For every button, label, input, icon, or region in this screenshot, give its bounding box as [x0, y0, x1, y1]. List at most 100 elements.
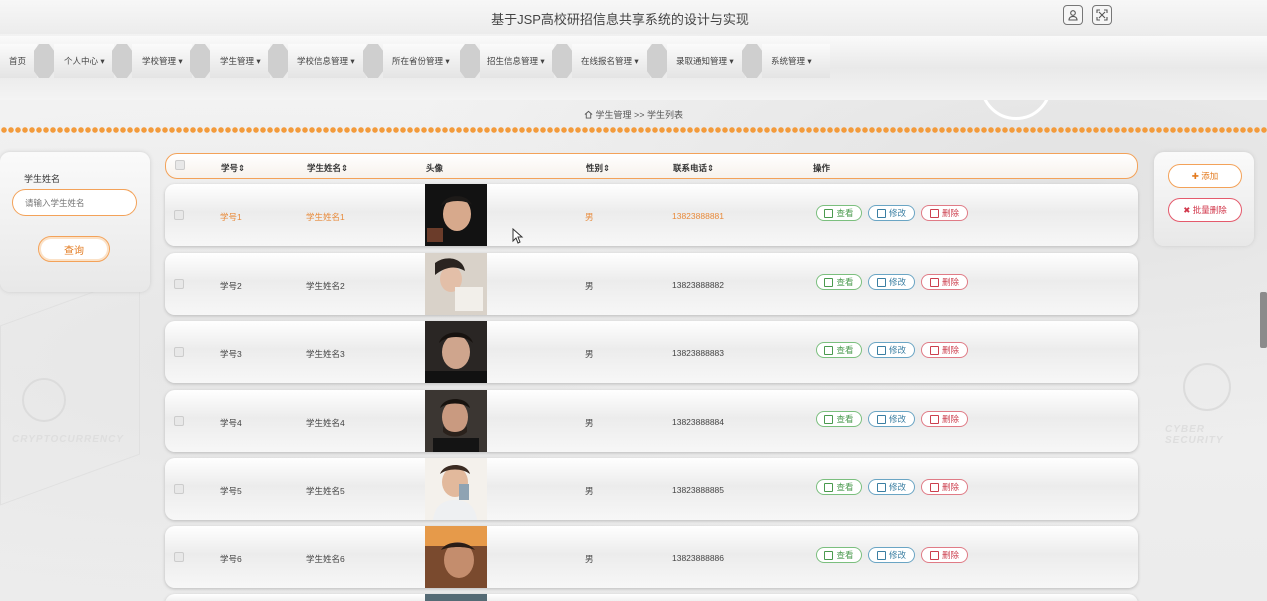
- bitcoin-icon: [22, 378, 66, 422]
- delete-icon: [929, 208, 939, 218]
- nav-school-management[interactable]: 学校管理 ▾: [132, 44, 192, 78]
- lock-icon: [1183, 363, 1231, 411]
- cell-phone: 13823888881: [672, 211, 725, 221]
- table-row[interactable]: 学号6 学生姓名6 男 13823888886 查看 修改 删除: [165, 526, 1138, 588]
- nav-enrollment-info-management[interactable]: 招生信息管理 ▾: [480, 44, 554, 78]
- edit-button[interactable]: 修改: [868, 547, 915, 563]
- add-button[interactable]: ✚ 添加: [1168, 164, 1242, 188]
- table-row[interactable]: [165, 594, 1138, 601]
- view-label: 查看: [836, 277, 854, 287]
- table-row[interactable]: 学号1 学生姓名1 男 13823888881 查看 修改 删除: [165, 184, 1138, 246]
- avatar: [425, 526, 487, 588]
- delete-button[interactable]: 删除: [921, 411, 968, 427]
- nav-system-management[interactable]: 系统管理 ▾: [762, 44, 830, 78]
- fullscreen-icon: [1096, 9, 1108, 21]
- edit-label: 修改: [888, 414, 906, 424]
- header-avatar: 头像: [426, 163, 444, 173]
- nav-home[interactable]: 首页: [0, 44, 37, 78]
- view-button[interactable]: 查看: [816, 274, 862, 290]
- user-button[interactable]: [1063, 5, 1083, 25]
- edit-button[interactable]: 修改: [868, 205, 915, 221]
- row-checkbox[interactable]: [174, 416, 184, 426]
- view-label: 查看: [836, 414, 854, 424]
- edit-icon: [876, 208, 886, 218]
- table-row[interactable]: 学号2 学生姓名2 男 13823888882 查看 修改 删除: [165, 253, 1138, 315]
- nav-personal-center[interactable]: 个人中心 ▾: [54, 44, 114, 78]
- view-icon: [824, 345, 834, 355]
- batch-delete-button[interactable]: ✖ 批量删除: [1168, 198, 1242, 222]
- delete-button[interactable]: 删除: [921, 274, 968, 290]
- view-button[interactable]: 查看: [816, 205, 862, 221]
- nav-province-management[interactable]: 所在省份管理 ▾: [383, 44, 465, 78]
- delete-label: 删除: [941, 414, 959, 424]
- nav-separator: [552, 44, 572, 78]
- view-button[interactable]: 查看: [816, 411, 862, 427]
- header-student-id[interactable]: 学号⇕: [221, 162, 245, 174]
- avatar: [425, 184, 487, 246]
- nav-student-management[interactable]: 学生管理 ▾: [210, 44, 270, 78]
- view-icon: [824, 482, 834, 492]
- cell-phone: 13823888883: [672, 348, 725, 358]
- delete-button[interactable]: 删除: [921, 205, 968, 221]
- edit-icon: [876, 345, 886, 355]
- row-checkbox[interactable]: [174, 347, 184, 357]
- edit-button[interactable]: 修改: [868, 342, 915, 358]
- search-button[interactable]: 查询: [38, 236, 110, 262]
- table-header: 学号⇕ 学生姓名⇕ 头像 性别⇕ 联系电话⇕ 操作: [165, 153, 1138, 179]
- cell-student-name: 学生姓名2: [306, 281, 345, 291]
- delete-icon: [929, 482, 939, 492]
- row-checkbox[interactable]: [174, 210, 184, 220]
- row-checkbox[interactable]: [174, 552, 184, 562]
- orange-divider: [0, 126, 1267, 134]
- view-icon: [824, 277, 834, 287]
- table-row[interactable]: 学号5 学生姓名5 男 13823888885 查看 修改 删除: [165, 458, 1138, 520]
- table-row[interactable]: 学号4 学生姓名4 男 13823888884 查看 修改 删除: [165, 390, 1138, 452]
- nav-admission-notice-management[interactable]: 录取通知管理 ▾: [667, 44, 745, 78]
- delete-button[interactable]: 删除: [921, 342, 968, 358]
- breadcrumb-section[interactable]: 学生管理: [595, 110, 631, 120]
- edit-icon: [876, 482, 886, 492]
- header-student-name[interactable]: 学生姓名⇕: [307, 162, 348, 174]
- nav-separator: [742, 44, 762, 78]
- cell-gender: 男: [585, 418, 594, 428]
- view-button[interactable]: 查看: [816, 547, 862, 563]
- header-operations: 操作: [813, 163, 831, 173]
- nav-school-info-management[interactable]: 学校信息管理 ▾: [288, 44, 366, 78]
- header-gender[interactable]: 性别⇕: [586, 162, 610, 174]
- delete-icon: [929, 277, 939, 287]
- edit-label: 修改: [888, 345, 906, 355]
- cell-student-name: 学生姓名3: [306, 349, 345, 359]
- cell-student-name: 学生姓名6: [306, 554, 345, 564]
- home-icon: [584, 110, 593, 119]
- bg-caption-left: CRYPTOCURRENCY: [12, 434, 124, 445]
- row-checkbox[interactable]: [174, 279, 184, 289]
- student-name-search-input[interactable]: [12, 189, 137, 216]
- view-label: 查看: [836, 482, 854, 492]
- scrollbar-thumb[interactable]: [1260, 292, 1267, 348]
- title-bar: 基于JSP高校研招信息共享系统的设计与实现: [0, 0, 1267, 34]
- nav-separator: [190, 44, 210, 78]
- nav-online-registration-management[interactable]: 在线报名管理 ▾: [572, 44, 650, 78]
- header-phone[interactable]: 联系电话⇕: [673, 162, 714, 174]
- edit-icon: [876, 414, 886, 424]
- delete-label: 删除: [941, 550, 959, 560]
- edit-button[interactable]: 修改: [868, 479, 915, 495]
- delete-label: 删除: [941, 345, 959, 355]
- delete-label: 删除: [941, 277, 959, 287]
- table-row[interactable]: 学号3 学生姓名3 男 13823888883 查看 修改 删除: [165, 321, 1138, 383]
- edit-icon: [876, 277, 886, 287]
- nav-separator: [34, 44, 54, 78]
- action-panel: ✚ 添加 ✖ 批量删除: [1154, 152, 1254, 246]
- edit-label: 修改: [888, 277, 906, 287]
- edit-button[interactable]: 修改: [868, 274, 915, 290]
- edit-button[interactable]: 修改: [868, 411, 915, 427]
- view-button[interactable]: 查看: [816, 479, 862, 495]
- nav-separator: [647, 44, 667, 78]
- row-checkbox[interactable]: [174, 484, 184, 494]
- view-button[interactable]: 查看: [816, 342, 862, 358]
- delete-button[interactable]: 删除: [921, 547, 968, 563]
- select-all-checkbox[interactable]: [175, 160, 185, 170]
- delete-button[interactable]: 删除: [921, 479, 968, 495]
- app-title: 基于JSP高校研招信息共享系统的设计与实现: [491, 12, 749, 27]
- fullscreen-button[interactable]: [1092, 5, 1112, 25]
